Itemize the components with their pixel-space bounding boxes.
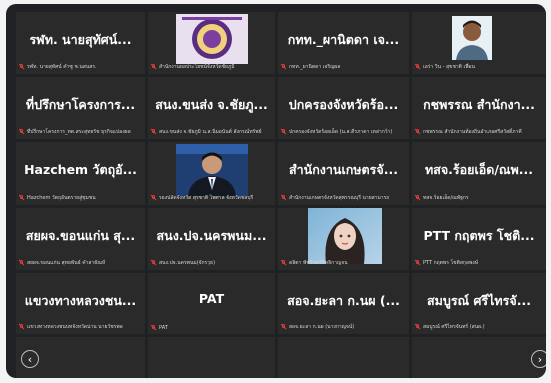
participant-caption: กชพรรณ สำนักงานท้องถิ่นอำเภอศรีสวัสดิ์ภา… [415,128,543,136]
participant-caption: Hazchem วัตถุอันตรายสู่ชุมชน [19,194,142,202]
participant-tile[interactable]: PTT กฤตพร โชติ... PTT กฤตพร โชติสกุลพงษ์ [412,208,546,270]
participant-caption: เอร่า วิน - สุขชาติ เพื่อน [415,63,543,71]
participant-tile[interactable]: ปกครองจังหวัดร้อ... ปกครองจังหวัดร้อยเอ็… [278,77,409,139]
participant-name: รฬท. นายสุทัศน์... [29,32,132,47]
participant-caption: สอจ.ยะลา ก.นผ (นางกาญจน์) [281,323,406,331]
participant-tile[interactable] [412,337,546,378]
mic-muted-icon [415,324,420,330]
mic-muted-icon [415,64,420,70]
participant-name: ที่ปรึกษาโครงการ... [25,97,136,112]
participant-tile[interactable]: สยผจ.ขอนแก่น สุ... สยผจ.ขอนแก่น สุทธพันธ… [16,208,145,270]
participant-caption: ดลิตา พัชรินทร์สิทธิกาญจน [281,259,406,267]
participant-caption: สยผจ.ขอนแก่น สุทธพันธ์ คำสายัณห์ [19,259,142,267]
participant-caption: กทท._ผานิตดา เจริญผล [281,63,406,71]
participant-caption: สำนักงานเกษตรจังหวัดสุพรรณบุรี นายสามารถ [281,194,406,202]
participant-video-seal [176,14,248,64]
participant-video-woman [308,208,382,264]
mic-muted-icon [415,195,420,201]
participant-name: สนง.ปจ.นครพนม... [156,228,267,243]
participant-tile[interactable]: สอจ.ยะลา ก.นผ (... สอจ.ยะลา ก.นผ (นางกาญ… [278,273,409,334]
person-icon [176,144,248,196]
previous-page-button[interactable]: ‹ [21,350,39,368]
participant-caption: PTT กฤตพร โชติสกุลพงษ์ [415,259,543,267]
participant-video-official [176,144,248,196]
mic-muted-icon [281,129,286,135]
participant-tile[interactable]: Hazchem วัตถุอั... Hazchem วัตถุอันตรายส… [16,142,145,205]
mic-muted-icon [151,195,156,201]
participant-tile[interactable]: สนง.ปจ.นครพนม... สนง.ปจ.นครพนม(จักรวุธ) [148,208,275,270]
participant-name: ปกครองจังหวัดร้อ... [288,97,399,112]
participant-caption: รองปลัดจังหวัด สุรชาติ ไพศาล จังหวัดชลบุ… [151,194,272,202]
participant-caption: สมบูรณ์ ศรีไทรจันทร์ (สนผ.) [415,323,543,331]
participant-tile[interactable]: สำนักงานเกษตรจั... สำนักงานเกษตรจังหวัดส… [278,142,409,205]
participant-name: ทสจ.ร้อยเอ็ด/ณพ... [424,162,534,177]
person-icon [308,208,382,264]
chevron-right-icon: › [537,353,543,366]
mic-muted-icon [19,324,24,330]
participant-name: สนง.ขนส่ง จ.ชัยภู... [155,97,268,112]
mic-muted-icon [281,324,286,330]
participant-tile[interactable] [148,337,275,378]
mic-muted-icon [281,64,286,70]
mic-muted-icon [281,260,286,266]
mic-muted-icon [151,64,156,70]
participant-name: สมบูรณ์ ศรีไทรจั... [427,293,531,308]
participant-name: แขวงทางหลวงชน... [24,293,137,308]
participant-caption: สนง.ปจ.นครพนม(จักรวุธ) [151,259,272,267]
participant-caption: สำนักงานผลประโยชน์จังหวัดชัยภูมิ [151,63,272,71]
participant-name: PTT กฤตพร โชติ... [423,228,535,243]
mic-muted-icon [19,129,24,135]
participant-caption: ปกครองจังหวัดร้อยเอ็ด (น.ส.ดีรภาดา เหล่า… [281,128,406,136]
participant-tile[interactable]: กชพรรณ สำนักงา... กชพรรณ สำนักงานท้องถิ่… [412,77,546,139]
participant-name: สยผจ.ขอนแก่น สุ... [25,228,136,243]
participant-caption: สนง.ขนส่ง จ.ชัยภูมิ น.ส.นิ่มอนันต์ สังกร… [151,128,272,136]
mic-muted-icon [19,64,24,70]
mic-muted-icon [19,195,24,201]
participant-tile[interactable]: สมบูรณ์ ศรีไทรจั... สมบูรณ์ ศรีไทรจันทร์… [412,273,546,334]
mic-muted-icon [151,260,156,266]
participant-tile[interactable] [278,337,409,378]
participant-name: กทท._ผานิตดา เจ... [287,32,400,47]
participant-tile[interactable]: PAT PAT [148,273,275,334]
mic-muted-icon [151,325,156,331]
mic-muted-icon [151,129,156,135]
chevron-left-icon: ‹ [27,353,33,366]
participant-tile[interactable]: ดลิตา พัชรินทร์สิทธิกาญจน [278,208,409,270]
mic-muted-icon [19,260,24,266]
participant-tile[interactable]: ที่ปรึกษาโครงการ... ที่ปรึกษาโครงการ_ทต.… [16,77,145,139]
participant-name: PAT [198,291,225,306]
next-page-button[interactable]: › [531,350,546,368]
video-gallery: รฬท. นายสุทัศน์... รฬท. นายสุทัศน์ คำซู … [6,4,546,378]
participant-caption: ที่ปรึกษาโครงการ_ทต.สระสุทธรัช ธุรกิจแปล… [19,128,142,136]
emblem-icon [176,14,248,64]
participant-tile[interactable]: สนง.ขนส่ง จ.ชัยภู... สนง.ขนส่ง จ.ชัยภูมิ… [148,77,275,139]
mic-muted-icon [415,129,420,135]
participant-video-portrait [452,16,492,60]
participant-name: สำนักงานเกษตรจั... [289,162,398,177]
participant-tile[interactable]: เอร่า วิน - สุขชาติ เพื่อน [412,12,546,74]
participant-name: Hazchem วัตถุอั... [24,162,137,177]
participant-caption: ทสจ.ร้อยเอ็ด/ณพัฐกร [415,194,543,202]
person-icon [452,16,492,60]
mic-muted-icon [281,195,286,201]
participant-tile[interactable]: ทสจ.ร้อยเอ็ด/ณพ... ทสจ.ร้อยเอ็ด/ณพัฐกร [412,142,546,205]
participant-tile[interactable]: แขวงทางหลวงชน... แขวงทางหลวงชนบทจังหวัดน… [16,273,145,334]
participant-name: กชพรรณ สำนักงา... [423,97,535,112]
participant-tile[interactable]: รฬท. นายสุทัศน์... รฬท. นายสุทัศน์ คำซู … [16,12,145,74]
participant-caption: รฬท. นายสุทัศน์ คำซู ช.นสนสร. [19,63,142,71]
participant-caption: PAT [151,325,272,331]
participant-name: สอจ.ยะลา ก.นผ (... [287,293,400,308]
participant-tile[interactable]: กทท._ผานิตดา เจ... กทท._ผานิตดา เจริญผล [278,12,409,74]
participant-caption: แขวงทางหลวงชนบทจังหวัดน่าน นายวัชรพล [19,323,142,331]
participant-grid: รฬท. นายสุทัศน์... รฬท. นายสุทัศน์ คำซู … [16,12,546,378]
participant-tile[interactable]: รองปลัดจังหวัด สุรชาติ ไพศาล จังหวัดชลบุ… [148,142,275,205]
participant-tile[interactable]: สำนักงานผลประโยชน์จังหวัดชัยภูมิ [148,12,275,74]
mic-muted-icon [415,260,420,266]
